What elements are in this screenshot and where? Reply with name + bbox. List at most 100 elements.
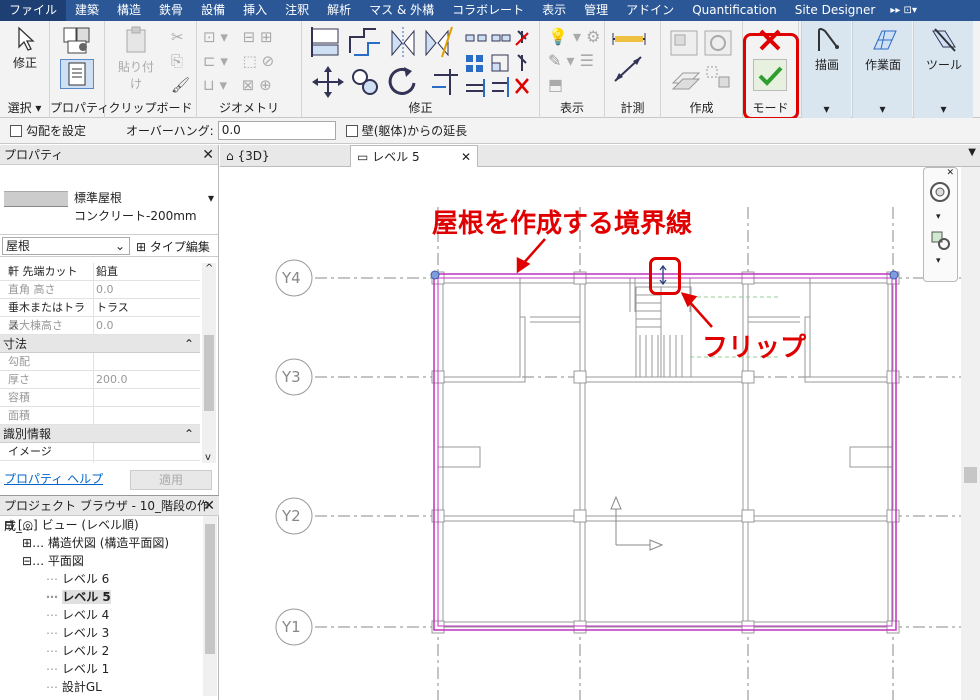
create-assembly-icon[interactable] (704, 30, 732, 56)
split-gap-icon[interactable] (491, 34, 511, 42)
group-dimensions[interactable]: 寸法 ⌃ (0, 335, 200, 353)
edit-type-button[interactable]: ⊞ タイプ編集 (136, 238, 210, 255)
modify-tool-button[interactable]: 修正 (4, 25, 46, 71)
menu-massing[interactable]: マス & 外構 (360, 0, 443, 21)
ribbon-overflow-icon[interactable]: ▸▸ ⊡▾ (890, 5, 917, 16)
create-group-icon[interactable] (671, 72, 701, 90)
unpin-icon[interactable] (515, 30, 529, 46)
tools-button[interactable]: ツール (918, 25, 970, 73)
property-value[interactable] (94, 461, 200, 463)
remove-paint-icon[interactable]: ⊠ (242, 76, 255, 94)
menu-structure[interactable]: 構造 (108, 0, 150, 21)
dimension-icon[interactable] (614, 56, 642, 82)
thin-lines-icon[interactable]: ⬒ (548, 75, 563, 94)
property-row[interactable]: イメージ (0, 443, 200, 461)
wall-join-icon[interactable]: ⊞ (260, 28, 273, 46)
view-scroll-thumb[interactable] (964, 467, 977, 483)
plan-view-canvas[interactable]: Y4 Y3 Y2 Y1 屋根を作成する境界線 フリップ (220, 167, 980, 700)
linework-icon[interactable]: ✎ (548, 51, 561, 70)
menu-systems[interactable]: 設備 (192, 0, 234, 21)
trim-extend-icon[interactable] (432, 69, 458, 95)
workplane-button[interactable]: 作業面 (857, 25, 909, 73)
menu-file[interactable]: ファイル (0, 0, 67, 21)
properties-help-link[interactable]: プロパティ ヘルプ (4, 470, 103, 487)
pick-icon[interactable]: ⊕ (259, 76, 272, 94)
offset-icon[interactable] (349, 28, 380, 56)
property-value[interactable]: 0.0 (94, 317, 200, 334)
tree-level-item[interactable]: ⋯ レベル 4 (0, 606, 200, 624)
pin-icon[interactable] (517, 54, 527, 71)
slope-checkbox[interactable] (10, 124, 22, 137)
property-row[interactable]: 面積 (0, 407, 200, 425)
create-parts-icon[interactable] (670, 30, 698, 56)
scale-icon[interactable] (491, 54, 509, 72)
trim-single-icon[interactable] (492, 77, 509, 97)
property-row[interactable]: 容積 (0, 389, 200, 407)
select-panel-label[interactable]: 選択 ▾ (0, 99, 49, 116)
tools-dropdown-icon[interactable]: ▾ (914, 102, 973, 116)
draw-button[interactable]: 描画 (806, 25, 848, 73)
steering-wheel-icon[interactable] (928, 180, 954, 210)
property-row[interactable]: 厚さ 200.0 (0, 371, 200, 389)
create-similar-icon[interactable] (706, 66, 730, 88)
extend-checkbox[interactable] (345, 124, 358, 137)
property-row[interactable]: 最大棟高さ 0.0 (0, 317, 200, 335)
property-value[interactable] (94, 407, 200, 424)
close-icon[interactable]: ✕ (946, 168, 954, 178)
override-icon[interactable]: ⚙ (586, 27, 600, 46)
menu-collaborate[interactable]: コラボレート (443, 0, 533, 21)
tree-level-item[interactable]: ⋯ レベル 2 (0, 642, 200, 660)
property-row[interactable]: 勾配 (0, 353, 200, 371)
hide-element-icon[interactable]: 💡 (548, 27, 568, 46)
category-select[interactable]: 屋根 ⌄ (2, 237, 130, 255)
tree-structural-plans[interactable]: ⊞… 構造伏図 (構造平面図) (0, 534, 200, 552)
group-identity[interactable]: 識別情報 ⌃ (0, 425, 200, 443)
menu-architecture[interactable]: 建築 (66, 0, 108, 21)
tree-level-item[interactable]: ⋯ レベル 1 (0, 660, 200, 678)
property-row[interactable]: 垂木またはトラス トラス (0, 299, 200, 332)
join-icon[interactable]: ⊡ (203, 28, 216, 46)
mirror-axis-icon[interactable] (391, 27, 415, 57)
split-icon[interactable] (465, 34, 487, 42)
property-value[interactable] (94, 353, 200, 370)
rotate-icon[interactable] (388, 67, 416, 95)
menu-view[interactable]: 表示 (533, 0, 575, 21)
type-properties-icon[interactable] (60, 25, 94, 55)
property-row[interactable]: 軒 先端カット 鉛直 (0, 263, 200, 281)
menu-insert[interactable]: 挿入 (234, 0, 276, 21)
property-value[interactable]: 鉛直 (94, 263, 200, 280)
property-row[interactable]: コメント (0, 461, 200, 463)
type-selector[interactable]: 標準屋根 コンクリート-200mm ▾ (0, 165, 218, 235)
close-icon[interactable]: ✕ (202, 145, 214, 165)
chevron-down-icon[interactable]: ▾ (936, 212, 941, 222)
copy-icon[interactable]: ⎘ (171, 49, 190, 73)
coping-icon[interactable]: ⊏ (203, 52, 216, 70)
align-icon[interactable] (311, 27, 339, 57)
array-icon[interactable] (466, 55, 483, 72)
properties-toggle-button[interactable] (60, 59, 94, 89)
zoom-icon[interactable] (930, 230, 952, 252)
match-type-icon[interactable]: 🖌 (171, 73, 190, 97)
workplane-dropdown-icon[interactable]: ▾ (853, 102, 912, 116)
demolish-icon[interactable]: ⊔ (203, 76, 215, 94)
tree-views[interactable]: ⊟ [◎] ビュー (レベル順) (0, 516, 200, 534)
menu-analyze[interactable]: 解析 (318, 0, 360, 21)
draw-dropdown-icon[interactable]: ▾ (802, 102, 851, 116)
hatch-icon[interactable]: ☰ (580, 51, 594, 70)
properties-scroll-thumb[interactable] (204, 335, 214, 411)
roof-boundary-sketch[interactable] (433, 273, 897, 631)
cut-icon[interactable]: ✂ (171, 25, 190, 49)
menu-annotate[interactable]: 注釈 (276, 0, 318, 21)
delete-icon[interactable] (515, 78, 529, 94)
tree-level-item[interactable]: ⋯ 設計GL (0, 678, 200, 696)
property-value[interactable] (94, 389, 200, 406)
copy-element-icon[interactable] (352, 69, 378, 95)
menu-steel[interactable]: 鉄骨 (150, 0, 192, 21)
paint-icon[interactable]: ⊘ (262, 52, 275, 70)
tree-floor-plans[interactable]: ⊟… 平面図 (0, 552, 200, 570)
move-icon[interactable] (312, 66, 344, 98)
menu-site-designer[interactable]: Site Designer (786, 0, 885, 21)
browser-scrollbar[interactable] (203, 516, 217, 696)
cut-geometry-icon[interactable]: ⊟ (243, 28, 256, 46)
menu-addins[interactable]: アドイン (617, 0, 683, 21)
